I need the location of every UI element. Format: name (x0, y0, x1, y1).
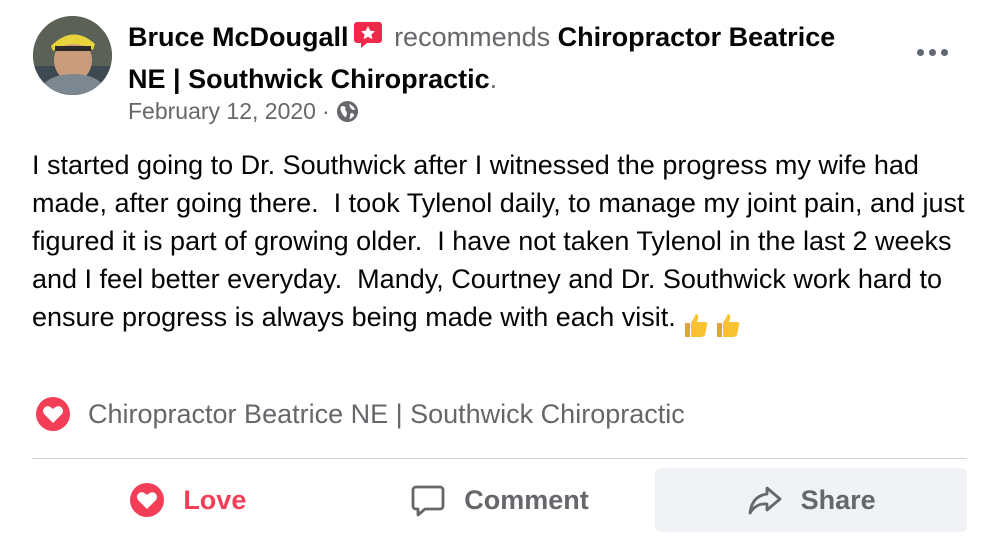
action-bar: Love Comment Share (32, 468, 968, 532)
recommends-text: recommends (394, 22, 551, 52)
period: . (489, 64, 498, 94)
share-arrow-icon (747, 482, 783, 518)
more-options-icon[interactable] (906, 32, 958, 72)
comment-label: Comment (464, 484, 589, 515)
comment-bubble-icon (410, 482, 446, 518)
love-heart-icon (35, 396, 71, 432)
recommendation-summary[interactable]: Chiropractor Beatrice NE | Southwick Chi… (35, 396, 685, 432)
avatar-photo (33, 16, 112, 95)
share-button[interactable]: Share (655, 468, 968, 532)
divider (32, 458, 967, 459)
recommendation-page-name: Chiropractor Beatrice NE | Southwick Chi… (88, 398, 685, 429)
love-button[interactable]: Love (32, 468, 344, 532)
avatar[interactable] (33, 16, 112, 95)
recommend-badge-icon (353, 20, 383, 60)
post-date[interactable]: February 12, 2020 (128, 98, 316, 125)
globe-icon (336, 100, 359, 123)
love-icon (129, 482, 165, 518)
share-label: Share (800, 484, 876, 515)
post-meta: February 12, 2020 · (128, 98, 359, 125)
author-name[interactable]: Bruce McDougall (128, 22, 349, 52)
love-label: Love (183, 484, 247, 515)
comment-button[interactable]: Comment (344, 468, 656, 532)
post-body-text: I started going to Dr. Southwick after I… (32, 150, 973, 332)
meta-separator: · (321, 98, 330, 124)
post-header: Bruce McDougall recommends Chiropractor … (128, 18, 848, 98)
thumbs-up-emoji-icon (682, 304, 746, 342)
post-body: I started going to Dr. Southwick after I… (32, 146, 972, 342)
review-card: Bruce McDougall recommends Chiropractor … (0, 0, 1000, 542)
